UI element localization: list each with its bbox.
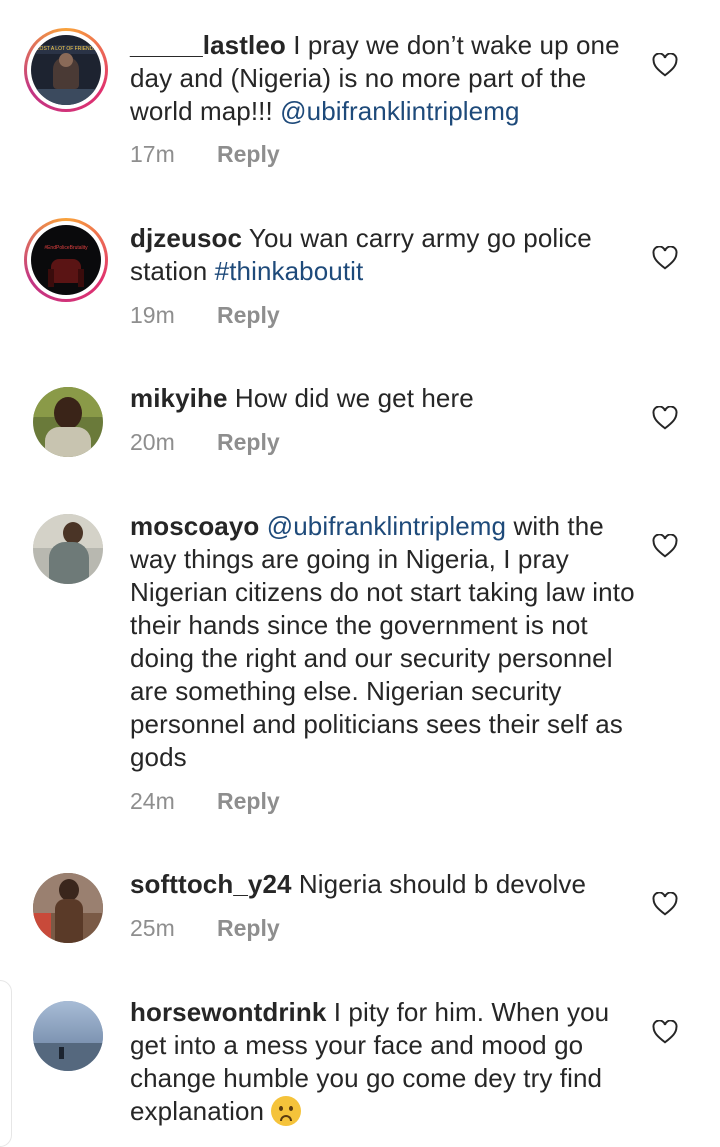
reply-button[interactable]: Reply	[217, 429, 280, 456]
comment-text: djzeusoc You wan carry army go police st…	[130, 222, 638, 288]
comment-time: 20m	[130, 429, 175, 455]
reply-button[interactable]: Reply	[217, 788, 280, 815]
avatar[interactable]	[33, 387, 103, 457]
comment-meta: 17m Reply	[130, 141, 280, 168]
comment-username[interactable]: horsewontdrink	[130, 997, 326, 1027]
avatar[interactable]: #EndPoliceBrutality	[24, 218, 108, 302]
comment-text: moscoayo @ubifranklintriplemg with the w…	[130, 510, 638, 774]
avatar-caption: I LOST A LOT OF FRIENDS WH...	[34, 46, 98, 52]
heart-outline-icon[interactable]	[652, 53, 678, 77]
comment-body: How did we get here	[227, 383, 474, 413]
scroll-edge	[0, 980, 12, 1147]
mention-link[interactable]: @ubifranklintriplemg	[267, 511, 506, 541]
comment-text: mikyihe How did we get here	[130, 382, 638, 415]
heart-outline-icon[interactable]	[652, 1020, 678, 1044]
worried-face-emoji-icon	[271, 1096, 302, 1126]
comment-username[interactable]: softtoch_y24	[130, 869, 292, 899]
comment-username[interactable]: moscoayo	[130, 511, 259, 541]
reply-button[interactable]: Reply	[217, 141, 280, 168]
avatar[interactable]	[33, 1001, 103, 1071]
comment-body: Nigeria should b devolve	[291, 869, 587, 899]
comment-username[interactable]: _____lastleo	[130, 30, 286, 60]
comment-meta: 19m Reply	[130, 302, 280, 329]
reply-button[interactable]: Reply	[217, 302, 280, 329]
reply-button[interactable]: Reply	[217, 915, 280, 942]
heart-outline-icon[interactable]	[652, 892, 678, 916]
comment-text: _____lastleo I pray we don’t wake up one…	[130, 29, 638, 128]
comment-text: horsewontdrink I pity for him. When you …	[130, 996, 638, 1128]
heart-outline-icon[interactable]	[652, 406, 678, 430]
heart-outline-icon[interactable]	[652, 246, 678, 270]
comment-time: 17m	[130, 141, 175, 167]
hashtag-link[interactable]: #thinkaboutit	[215, 256, 364, 286]
comment-username[interactable]: mikyihe	[130, 383, 228, 413]
comment-meta: 24m Reply	[130, 788, 280, 815]
avatar[interactable]	[33, 514, 103, 584]
avatar[interactable]: I LOST A LOT OF FRIENDS WH...	[24, 28, 108, 112]
comment-time: 19m	[130, 302, 175, 328]
comment-username[interactable]: djzeusoc	[130, 223, 242, 253]
comment-time: 25m	[130, 915, 175, 941]
avatar-caption: #EndPoliceBrutality	[44, 245, 88, 251]
comment-time: 24m	[130, 788, 175, 814]
heart-outline-icon[interactable]	[652, 534, 678, 558]
comment-meta: 25m Reply	[130, 915, 280, 942]
comment-body: with the way things are going in Nigeria…	[130, 511, 635, 772]
avatar[interactable]	[33, 873, 103, 943]
comment-text: softtoch_y24 Nigeria should b devolve	[130, 868, 638, 901]
mention-link[interactable]: @ubifranklintriplemg	[280, 96, 519, 126]
comment-meta: 20m Reply	[130, 429, 280, 456]
